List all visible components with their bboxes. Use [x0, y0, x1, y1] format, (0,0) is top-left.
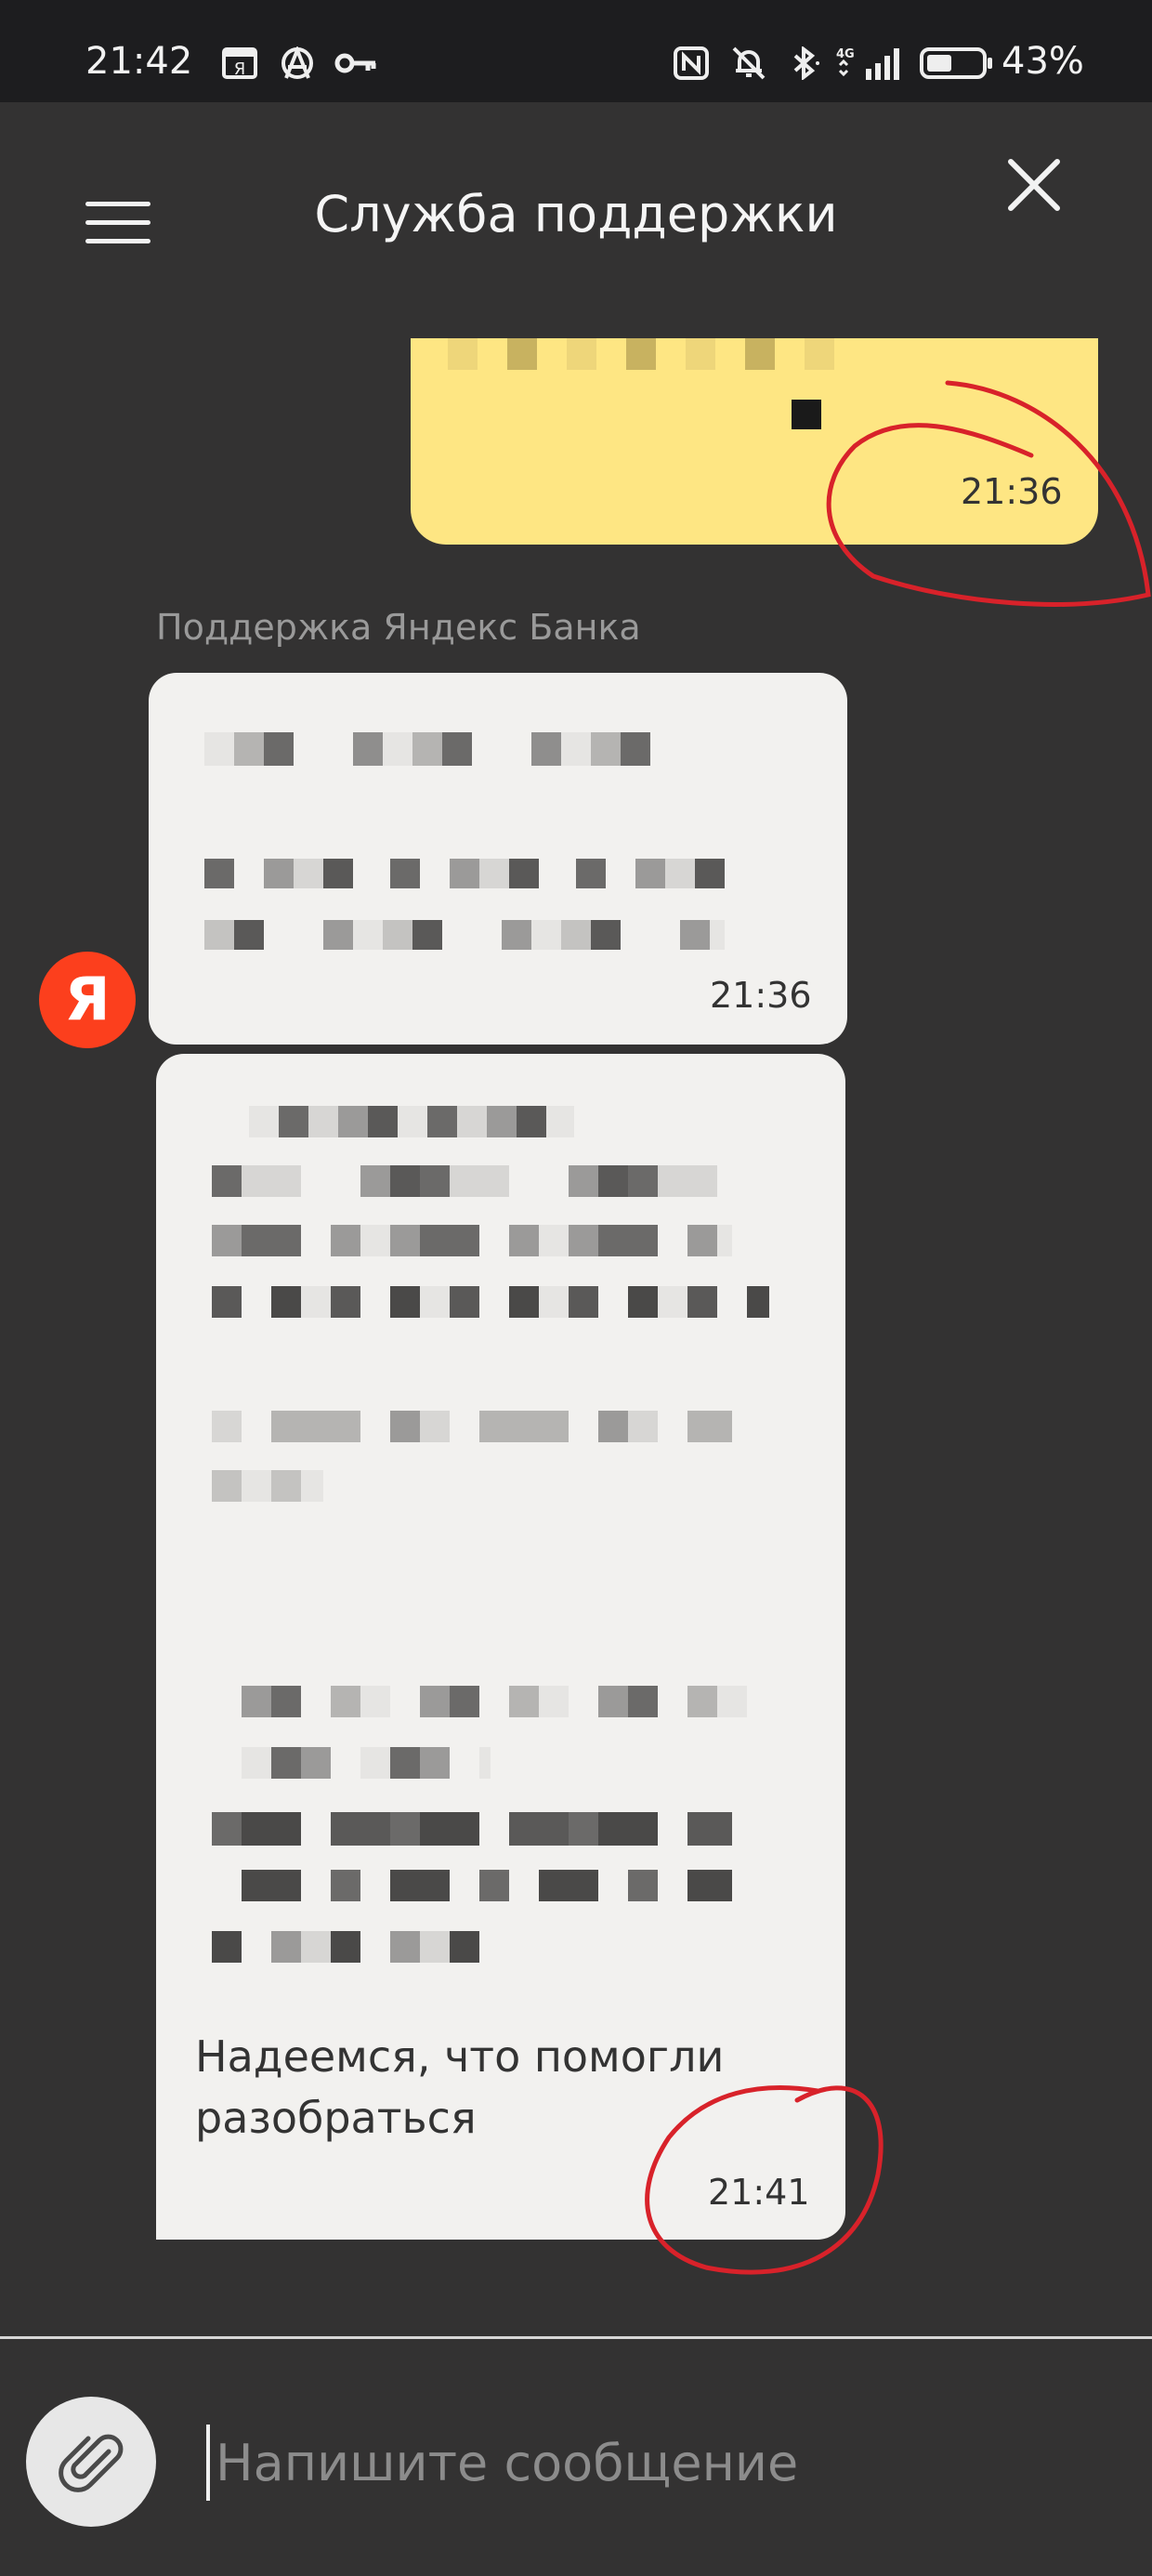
pixelated-text — [249, 1106, 574, 1137]
pixelated-text — [204, 732, 706, 766]
pixelated-text — [212, 1870, 732, 1901]
support-message-bubble: 21:36 — [149, 673, 847, 1045]
message-text: Надеемся, что помогли разобраться — [195, 2031, 725, 2143]
pixelated-text — [212, 1747, 491, 1779]
paperclip-icon — [59, 2434, 124, 2492]
yandex-notification-icon: Я — [222, 47, 257, 79]
app-header: Служба поддержки — [0, 102, 1152, 335]
nfc-icon — [674, 46, 709, 80]
message-composer — [0, 2339, 1152, 2576]
support-sender-name: Поддержка Яндекс Банка — [156, 607, 641, 648]
pixelated-text — [212, 1686, 769, 1717]
pixelated-text — [212, 1286, 769, 1318]
pixelated-text — [212, 1225, 732, 1256]
status-time: 21:42 — [85, 40, 193, 83]
anarchy-icon — [281, 46, 313, 79]
status-bar: 21:42 Я 4G 43% — [0, 0, 1152, 102]
message-time: 21:41 — [708, 2172, 810, 2213]
svg-text:Я: Я — [234, 59, 246, 79]
battery-percent: 43% — [1001, 40, 1084, 83]
svg-text:4G: 4G — [836, 47, 855, 61]
pixelated-text — [212, 1812, 732, 1846]
key-icon — [334, 53, 376, 73]
pixelated-dot — [792, 400, 821, 429]
battery-icon — [920, 47, 992, 79]
attach-button[interactable] — [26, 2397, 156, 2527]
signal-4g-icon: 4G — [836, 47, 899, 80]
message-time: 21:36 — [961, 471, 1063, 512]
pixelated-text — [212, 1470, 323, 1502]
message-time: 21:36 — [710, 975, 812, 1016]
pixelated-text — [204, 859, 725, 888]
page-title: Служба поддержки — [314, 185, 838, 243]
bluetooth-icon — [793, 46, 819, 80]
close-icon[interactable] — [1005, 156, 1063, 214]
pixelated-text — [448, 338, 838, 370]
mute-icon — [732, 46, 766, 80]
pixelated-text — [212, 1165, 732, 1197]
pixelated-text — [212, 1411, 732, 1442]
pixelated-text — [212, 1931, 491, 1963]
message-input[interactable] — [206, 2425, 1109, 2501]
support-avatar: Я — [39, 952, 136, 1048]
pixelated-text — [204, 920, 725, 950]
user-message-bubble: 21:36 — [411, 338, 1098, 545]
support-message-bubble: Надеемся, что помогли разобраться 21:41 — [156, 1054, 845, 2240]
